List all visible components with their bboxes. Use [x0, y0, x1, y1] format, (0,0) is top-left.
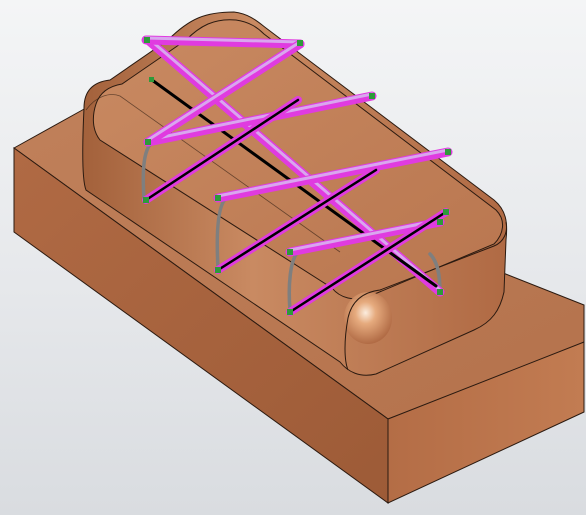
3d-model-view[interactable] — [0, 0, 586, 515]
endpoint-marker[interactable] — [443, 209, 449, 215]
endpoint-marker[interactable] — [143, 197, 149, 203]
endpoint-marker[interactable] — [215, 195, 221, 201]
endpoint-marker[interactable] — [369, 93, 375, 99]
endpoint-marker[interactable] — [145, 139, 151, 145]
boss-corner-fillet — [344, 292, 392, 344]
endpoint-marker[interactable] — [215, 267, 221, 273]
endpoint-marker[interactable] — [445, 149, 451, 155]
endpoint-marker[interactable] — [287, 309, 293, 315]
graphics-viewport[interactable] — [0, 0, 586, 515]
endpoint-marker[interactable] — [149, 77, 154, 82]
endpoint-marker[interactable] — [437, 289, 443, 295]
endpoint-marker[interactable] — [287, 249, 293, 255]
endpoint-marker[interactable] — [297, 40, 303, 46]
endpoint-marker[interactable] — [144, 37, 150, 43]
endpoint-marker[interactable] — [437, 219, 443, 225]
